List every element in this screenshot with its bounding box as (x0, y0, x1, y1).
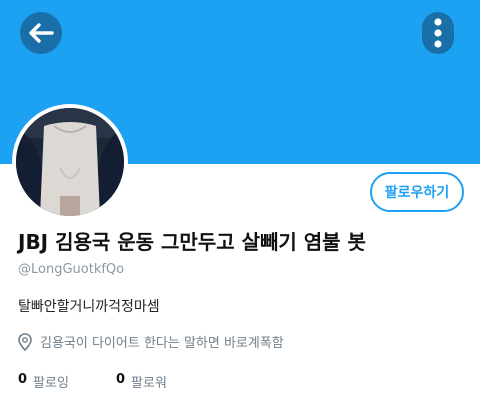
profile-stats: 0 팔로잉 0 팔로워 (18, 372, 167, 391)
vertical-dots-icon (434, 18, 442, 48)
following-stat[interactable]: 0 팔로잉 (18, 372, 116, 391)
avatar-photo (16, 108, 124, 216)
more-options-button[interactable] (422, 12, 454, 54)
arrow-left-icon (29, 23, 54, 43)
avatar[interactable] (12, 104, 128, 220)
following-label: 팔로잉 (33, 376, 69, 391)
followers-stat[interactable]: 0 팔로워 (116, 372, 167, 391)
profile-bio: 탈빠안할거니까걱정마셈 (18, 299, 160, 315)
profile-location: 김용국이 다이어트 한다는 말하면 바로계폭함 (18, 332, 284, 351)
followers-count: 0 (116, 372, 126, 387)
location-pin-icon (18, 332, 32, 351)
followers-label: 팔로워 (131, 376, 167, 391)
profile-display-name: JBJ 김용국 운동 그만두고 살빼기 염불 봇 (18, 230, 366, 254)
profile-handle: @LongGuotkfQo (18, 262, 125, 277)
location-text: 김용국이 다이어트 한다는 말하면 바로계폭함 (40, 336, 284, 351)
follow-button[interactable]: 팔로우하기 (370, 172, 464, 212)
following-count: 0 (18, 372, 28, 387)
back-button[interactable] (20, 12, 62, 54)
profile-screen: 팔로우하기 JBJ 김용국 운동 그만두고 살빼기 염불 봇 @LongGuot… (0, 0, 480, 413)
